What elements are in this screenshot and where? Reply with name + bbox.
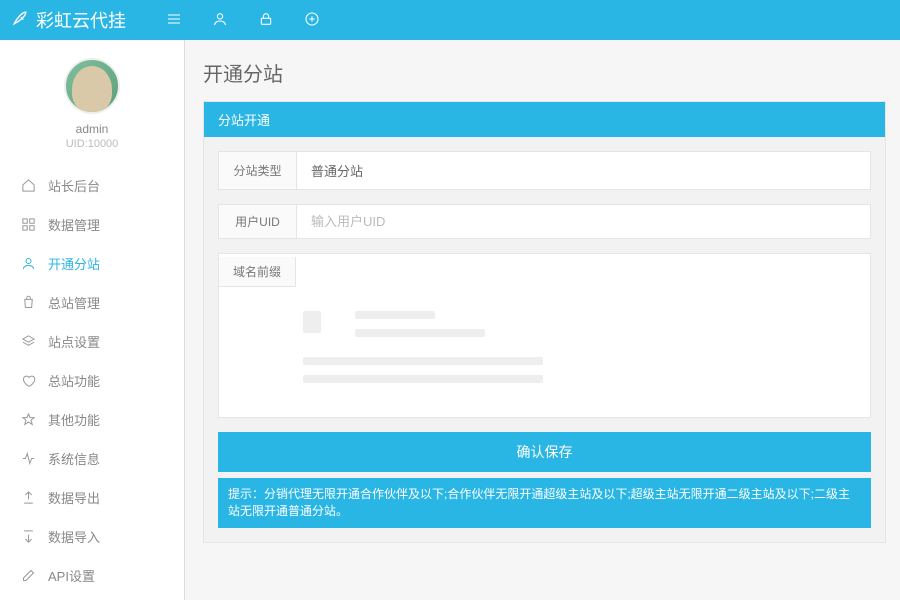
edit-icon <box>20 568 36 584</box>
main-content: 开通分站 分站开通 分站类型 普通分站 用户UID 域名前缀 <box>185 40 900 600</box>
uid-label: 用户UID <box>219 205 297 238</box>
nav-label: 站点设置 <box>48 332 100 351</box>
brand[interactable]: 彩虹云代挂 <box>10 7 126 33</box>
avatar[interactable] <box>64 58 120 114</box>
bag-icon <box>20 295 36 311</box>
nav-item-0[interactable]: 站长后台 <box>0 166 184 205</box>
brand-text: 彩虹云代挂 <box>36 7 126 33</box>
nav-label: 总站功能 <box>48 371 100 390</box>
home-icon <box>20 178 36 194</box>
username: admin <box>0 122 184 136</box>
nav-label: 系统信息 <box>48 449 100 468</box>
nav-item-9[interactable]: 数据导入 <box>0 517 184 556</box>
uid-input[interactable] <box>297 205 870 238</box>
nav-label: 其他功能 <box>48 410 100 429</box>
panel: 分站开通 分站类型 普通分站 用户UID 域名前缀 <box>203 101 886 543</box>
row-uid: 用户UID <box>218 204 871 239</box>
nav-label: 站长后台 <box>48 176 100 195</box>
user-icon[interactable] <box>212 11 228 30</box>
upload-icon <box>20 490 36 506</box>
nav-label: 数据管理 <box>48 215 100 234</box>
grid-icon <box>20 217 36 233</box>
star-icon <box>20 412 36 428</box>
skeleton-lines <box>303 301 856 383</box>
nav-item-10[interactable]: API设置 <box>0 556 184 595</box>
nav-item-7[interactable]: 系统信息 <box>0 439 184 478</box>
heart-icon <box>20 373 36 389</box>
nav-item-8[interactable]: 数据导出 <box>0 478 184 517</box>
rocket-icon <box>10 8 30 33</box>
nav-label: 总站管理 <box>48 293 100 312</box>
topbar: 彩虹云代挂 <box>0 0 900 40</box>
nav-list: 站长后台数据管理开通分站总站管理站点设置总站功能其他功能系统信息数据导出数据导入… <box>0 166 184 600</box>
nav-item-5[interactable]: 总站功能 <box>0 361 184 400</box>
uid-text: UID:10000 <box>0 138 184 150</box>
menu-icon[interactable] <box>166 11 182 30</box>
nav-item-1[interactable]: 数据管理 <box>0 205 184 244</box>
nav-item-3[interactable]: 总站管理 <box>0 283 184 322</box>
nav-label: 数据导入 <box>48 527 100 546</box>
nav-item-11[interactable]: 余额提现 <box>0 595 184 600</box>
lock-icon[interactable] <box>258 11 274 30</box>
profile: admin UID:10000 <box>0 40 184 160</box>
sidebar: admin UID:10000 站长后台数据管理开通分站总站管理站点设置总站功能… <box>0 40 185 600</box>
page-title: 开通分站 <box>203 58 886 87</box>
panel-header: 分站开通 <box>204 102 885 137</box>
layers-icon <box>20 334 36 350</box>
tip-bar: 提示：分销代理无限开通合作伙伴及以下;合作伙伴无限开通超级主站及以下;超级主站无… <box>218 478 871 528</box>
nav-item-2[interactable]: 开通分站 <box>0 244 184 283</box>
plus-circle-icon[interactable] <box>304 11 320 30</box>
nav-item-4[interactable]: 站点设置 <box>0 322 184 361</box>
row-site-type: 分站类型 普通分站 <box>218 151 871 190</box>
nav-label: 开通分站 <box>48 254 100 273</box>
domain-label: 域名前缀 <box>219 257 296 287</box>
site-type-value: 普通分站 <box>297 152 870 189</box>
site-type-label: 分站类型 <box>219 152 297 189</box>
user-icon <box>20 256 36 272</box>
row-domain: 域名前缀 <box>218 253 871 418</box>
save-button[interactable]: 确认保存 <box>218 432 871 472</box>
download-icon <box>20 529 36 545</box>
nav-item-6[interactable]: 其他功能 <box>0 400 184 439</box>
nav-label: 数据导出 <box>48 488 100 507</box>
nav-label: API设置 <box>48 566 95 585</box>
activity-icon <box>20 451 36 467</box>
